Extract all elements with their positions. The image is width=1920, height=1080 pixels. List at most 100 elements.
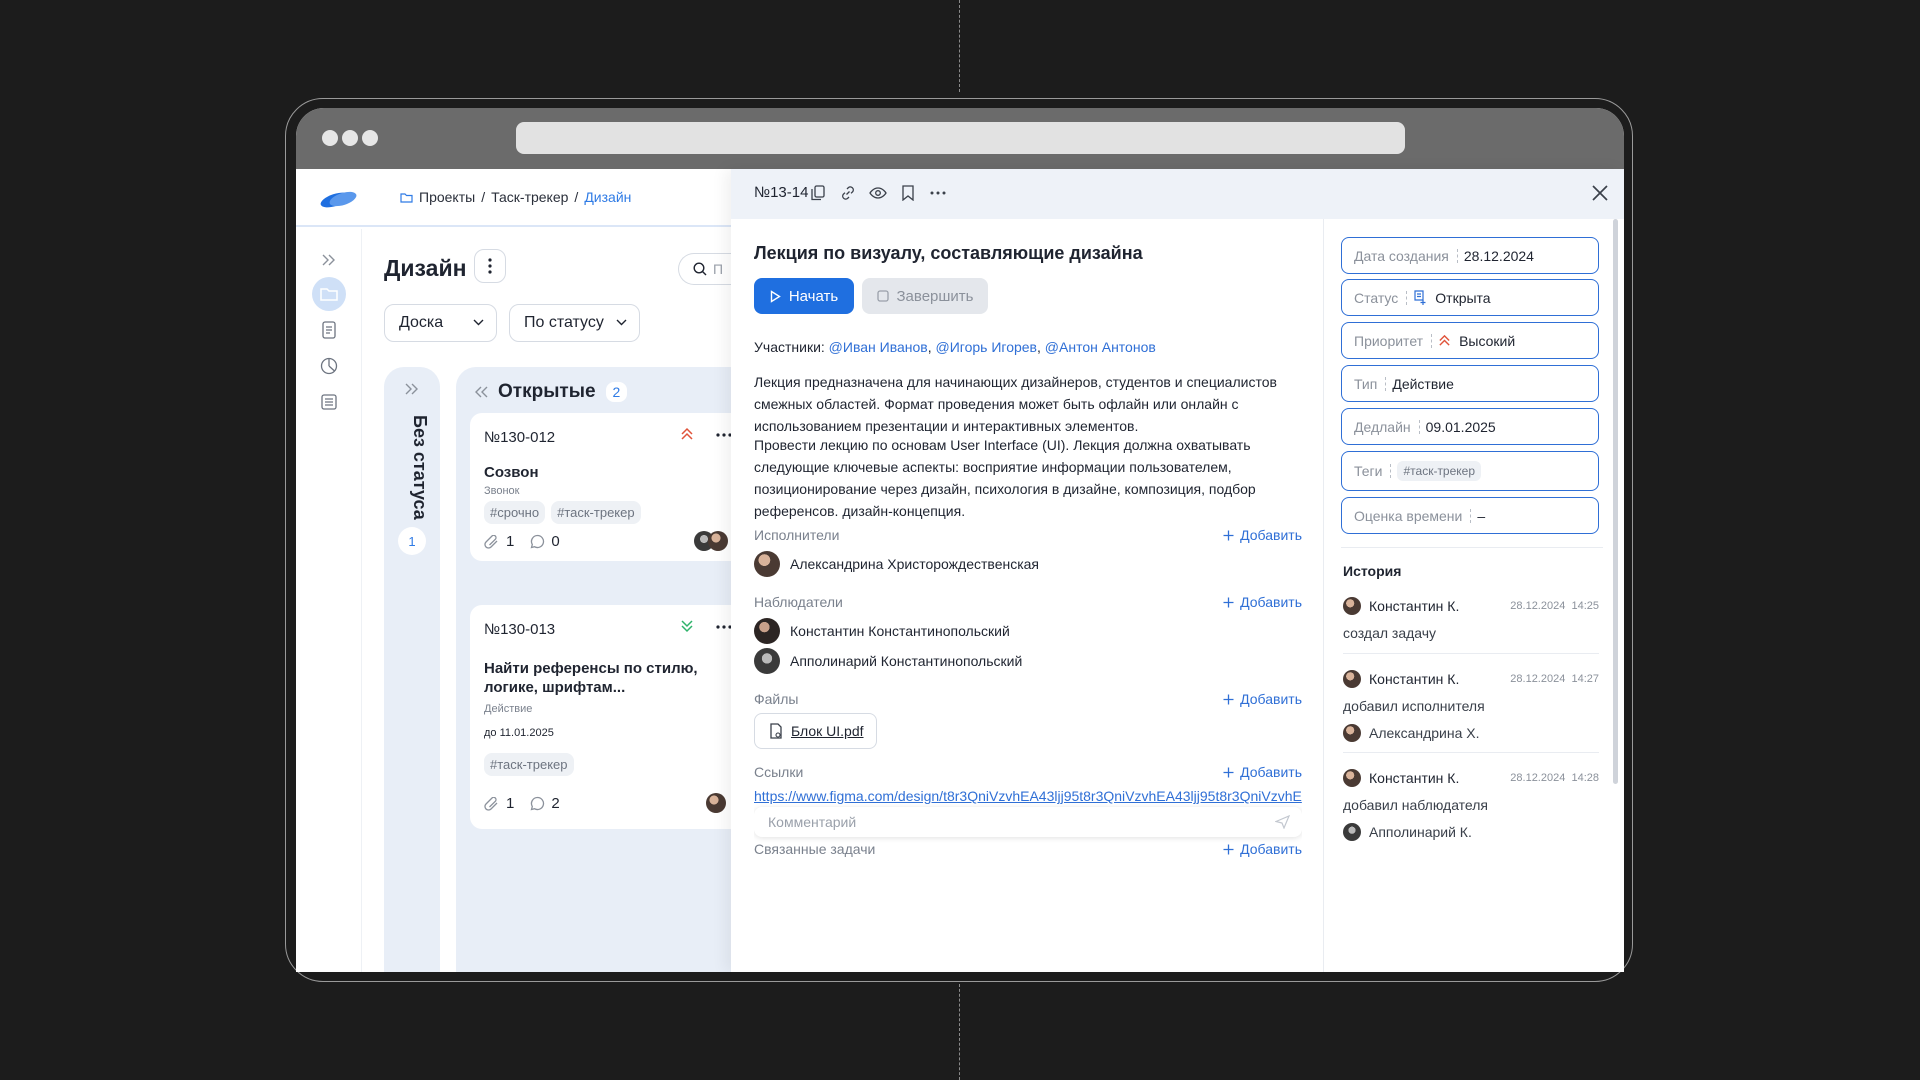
copy-button[interactable] <box>807 182 829 204</box>
field-time-estimate[interactable]: Оценка времени – <box>1341 497 1599 534</box>
plus-icon <box>1223 694 1234 704</box>
breadcrumb: Проекты / Таск-трекер / Дизайн <box>400 189 631 205</box>
window-close-dot[interactable] <box>322 130 338 146</box>
close-icon[interactable] <box>1588 181 1612 205</box>
file-attachment[interactable]: Блок UI.pdf <box>754 713 877 749</box>
sidebar-item-projects[interactable] <box>312 277 346 311</box>
board-search-input[interactable]: П <box>678 253 738 285</box>
add-related-button[interactable]: Добавить <box>1223 841 1302 857</box>
participants: Участники: @Иван Иванов, @Игорь Игорев, … <box>754 339 1156 355</box>
executors-label: Исполнители <box>754 527 840 543</box>
observer-item[interactable]: Апполинарий Константинопольский <box>754 648 1022 674</box>
add-observer-button[interactable]: Добавить <box>1223 594 1302 610</box>
history-entry: Константин К. 28.12.2024 14:25 создал зад… <box>1343 597 1599 641</box>
avatar <box>1343 823 1361 841</box>
watch-button[interactable] <box>867 182 889 204</box>
add-executor-button[interactable]: Добавить <box>1223 527 1302 543</box>
bookmark-button[interactable] <box>897 182 919 204</box>
field-priority[interactable]: Приоритет Высокий <box>1341 322 1599 359</box>
window-zoom-dot[interactable] <box>362 130 378 146</box>
group-select[interactable]: По статусу <box>509 304 640 342</box>
plus-icon <box>1223 597 1234 607</box>
participant-mention[interactable]: @Иван Иванов <box>829 339 928 355</box>
window-minimize-dot[interactable] <box>342 130 358 146</box>
comment-input[interactable]: Комментарий <box>754 807 1302 837</box>
sidebar-item-documents[interactable] <box>312 313 346 347</box>
field-value: 09.01.2025 <box>1425 418 1496 435</box>
board-more-button[interactable] <box>474 249 506 283</box>
card-id: №130-013 <box>484 621 556 638</box>
more-horizontal-icon <box>930 191 946 195</box>
card-tag[interactable]: #таск-трекер <box>551 501 641 524</box>
double-chevron-right-icon[interactable] <box>404 383 420 395</box>
more-button[interactable] <box>927 182 949 204</box>
history-time: 14:25 <box>1571 600 1599 612</box>
field-type[interactable]: Тип Действие <box>1341 365 1599 402</box>
history-user[interactable]: Константин К. <box>1369 598 1459 614</box>
history-action: добавил исполнителя <box>1343 698 1485 714</box>
link-icon <box>842 186 854 200</box>
card-tags: #срочно #таск-трекер <box>484 501 647 524</box>
participant-mention[interactable]: @Антон Антонов <box>1045 339 1156 355</box>
breadcrumb-task-tracker[interactable]: Таск-трекер <box>491 189 568 205</box>
card-tag[interactable]: #таск-трекер <box>484 753 574 776</box>
field-value: Действие <box>1392 375 1454 392</box>
breadcrumb-projects[interactable]: Проекты <box>419 189 475 205</box>
column-no-status-title: Без статуса <box>410 415 430 520</box>
history-user[interactable]: Константин К. <box>1369 770 1459 786</box>
double-chevron-left-icon[interactable] <box>474 386 488 398</box>
add-file-button[interactable]: Добавить <box>1223 691 1302 707</box>
send-icon[interactable] <box>1275 815 1290 829</box>
observer-name: Константин Константинопольский <box>790 623 1010 639</box>
card-more-icon[interactable] <box>716 625 732 629</box>
history-user[interactable]: Константин К. <box>1369 671 1459 687</box>
participant-mention[interactable]: @Игорь Игорев <box>936 339 1038 355</box>
finish-button[interactable]: Завершить <box>862 278 988 314</box>
history-time: 14:27 <box>1571 673 1599 685</box>
status-icon <box>1414 289 1426 305</box>
start-button[interactable]: Начать <box>754 278 854 314</box>
browser-chrome <box>296 108 1624 169</box>
panel-scrollbar[interactable] <box>1613 219 1618 784</box>
avatar <box>1343 769 1361 787</box>
card-comments-count: 2 <box>551 795 560 812</box>
sidebar-item-analytics[interactable] <box>312 349 346 383</box>
page-title: Дизайн <box>384 255 467 281</box>
address-bar[interactable] <box>516 122 1405 154</box>
task-card[interactable]: №130-013 Найти референсы по стилю, логик… <box>470 605 750 829</box>
field-deadline[interactable]: Дедлайн 09.01.2025 <box>1341 408 1599 445</box>
tag-chip[interactable]: #таск-трекер <box>1397 461 1482 481</box>
breadcrumb-design[interactable]: Дизайн <box>584 189 631 205</box>
links-label: Ссылки <box>754 764 804 780</box>
field-label: Дата создания <box>1354 247 1449 264</box>
card-title: Созвон <box>484 464 539 481</box>
more-vertical-icon <box>488 258 492 274</box>
field-tags[interactable]: Теги #таск-трекер <box>1341 451 1599 491</box>
card-more-icon[interactable] <box>716 433 732 437</box>
add-link-button[interactable]: Добавить <box>1223 764 1302 780</box>
history-action: создал задачу <box>1343 625 1437 641</box>
copy-link-button[interactable] <box>837 182 859 204</box>
card-type: Действие <box>484 703 533 715</box>
history-target[interactable]: Александрина Х. <box>1369 725 1480 741</box>
expand-sidebar-button[interactable] <box>312 243 346 277</box>
field-label: Статус <box>1354 289 1399 306</box>
executor-item[interactable]: Александрина Христорождественская <box>754 551 1039 577</box>
sidebar-item-journal[interactable] <box>312 385 346 419</box>
priority-low-icon <box>681 620 693 633</box>
task-card[interactable]: №130-012 Созвон Звонок #срочно #таск-трек… <box>470 413 750 561</box>
app-logo[interactable] <box>318 187 360 211</box>
view-select[interactable]: Доска <box>384 304 497 342</box>
field-created-date[interactable]: Дата создания 28.12.2024 <box>1341 237 1599 274</box>
search-icon <box>693 262 707 276</box>
add-label: Добавить <box>1240 527 1302 543</box>
field-label: Тип <box>1354 375 1378 392</box>
column-open-header: Открытые 2 <box>474 381 628 403</box>
paperclip-icon <box>484 534 498 549</box>
history-target[interactable]: Апполинарий К. <box>1369 824 1472 840</box>
paperclip-icon <box>484 796 498 811</box>
card-tag[interactable]: #срочно <box>484 501 546 524</box>
folder-icon <box>320 288 338 301</box>
field-status[interactable]: Статус Открыта <box>1341 279 1599 316</box>
observer-item[interactable]: Константин Константинопольский <box>754 618 1010 644</box>
